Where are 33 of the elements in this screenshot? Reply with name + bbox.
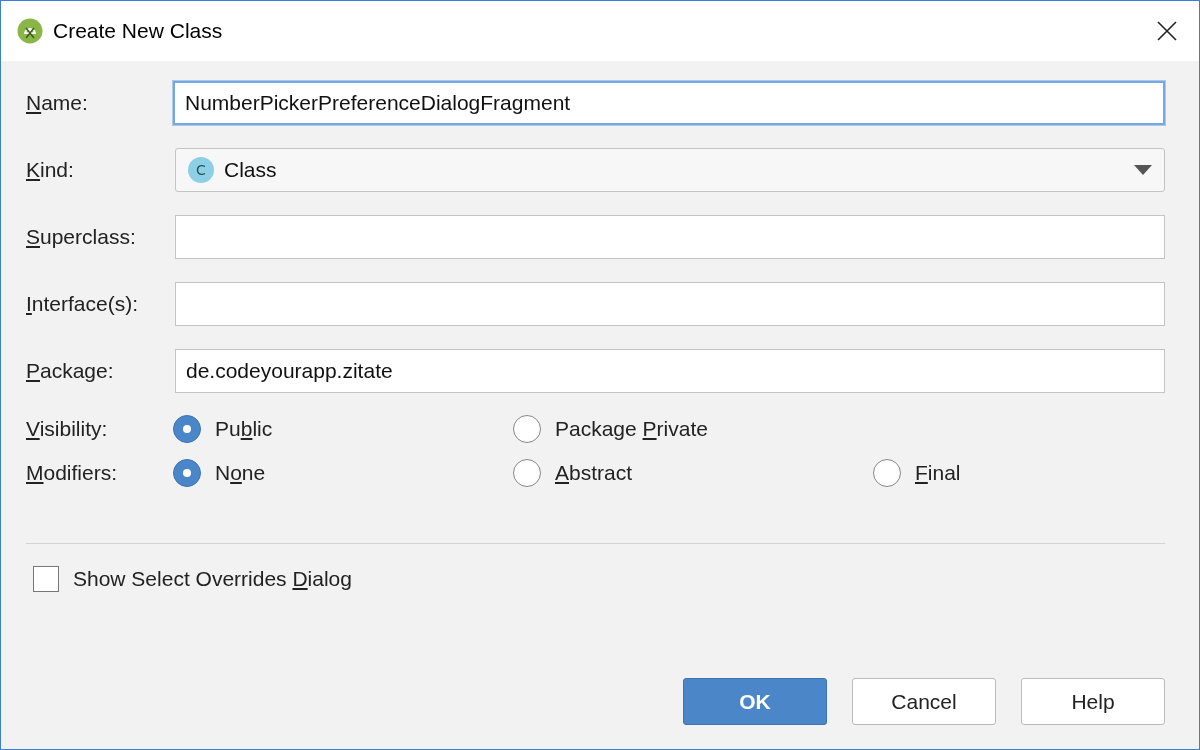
dialog-button[interactable]: OK	[683, 678, 827, 725]
class-icon: C	[188, 157, 214, 183]
kind-dropdown[interactable]: C Class	[175, 148, 1165, 192]
dropdown-value: Class	[224, 158, 278, 182]
radio-label: Abstract	[555, 461, 633, 485]
group-label: Modifiers:	[26, 461, 119, 485]
close-icon	[1157, 21, 1177, 41]
group-label: Visibility:	[26, 417, 109, 441]
checkbox[interactable]	[33, 566, 59, 592]
input-field[interactable]	[175, 215, 1165, 259]
radio-button[interactable]	[873, 459, 901, 487]
field-label: Kind:	[26, 158, 75, 182]
input-field[interactable]: NumberPickerPreferenceDialogFragment	[173, 81, 1165, 125]
radio-label: Package Private	[555, 417, 708, 441]
radio-button[interactable]	[173, 459, 201, 487]
radio-button[interactable]	[513, 415, 541, 443]
field-label: Interface(s):	[26, 292, 140, 316]
field-label: Superclass:	[26, 225, 137, 249]
dialog-button[interactable]: Cancel	[852, 678, 996, 725]
field-label: Name:	[26, 91, 89, 115]
window-title: Create New Class	[53, 19, 224, 43]
radio-label: Final	[915, 461, 961, 485]
checkbox-label: Show Select Overrides Dialog	[73, 567, 352, 591]
radio-label: Public	[215, 417, 273, 441]
radio-button[interactable]	[173, 415, 201, 443]
input-field[interactable]	[175, 282, 1165, 326]
radio-button[interactable]	[513, 459, 541, 487]
caret-icon	[1134, 165, 1152, 175]
android-head-icon	[17, 18, 43, 44]
field-label: Package:	[26, 359, 115, 383]
input-field[interactable]: de.codeyourapp.zitate	[175, 349, 1165, 393]
radio-label: None	[215, 461, 266, 485]
dialog-button[interactable]: Help	[1021, 678, 1165, 725]
